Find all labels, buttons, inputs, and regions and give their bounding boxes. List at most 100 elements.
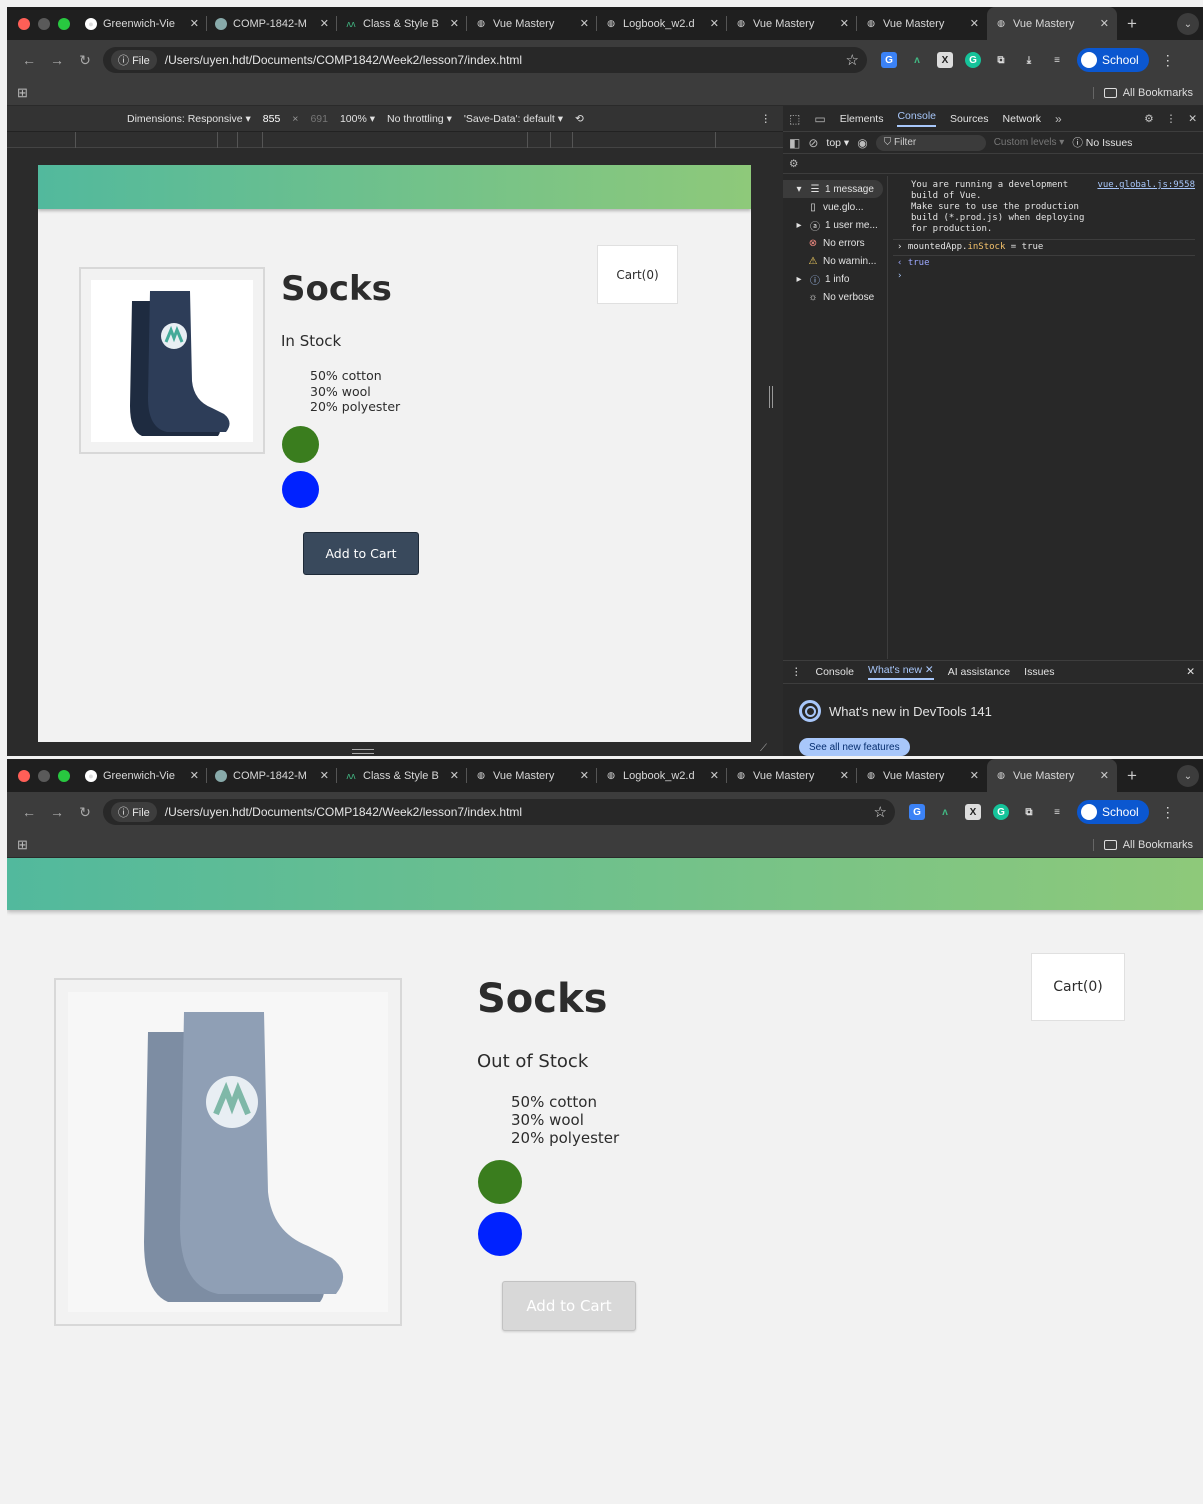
close-tab-icon[interactable]: ✕ xyxy=(320,769,329,782)
vue-devtools-icon[interactable]: ʌ xyxy=(909,52,925,68)
rotate-icon[interactable]: ⟲ xyxy=(575,113,584,125)
close-window-button[interactable] xyxy=(18,769,30,782)
color-swatch-green[interactable] xyxy=(282,426,319,463)
viewport-resize-handle[interactable] xyxy=(769,386,773,408)
apps-grid-icon[interactable]: ⊞ xyxy=(17,837,28,853)
x-extension-icon[interactable]: X xyxy=(937,52,953,68)
translate-extension-icon[interactable]: G xyxy=(909,804,925,820)
clear-console-icon[interactable]: ⊘ xyxy=(808,136,818,150)
sidebar-item-user-messages[interactable]: ▸ ⓐ 1 user me... xyxy=(783,216,887,234)
browser-tab-active[interactable]: ◍ Vue Mastery ✕ xyxy=(987,759,1117,792)
extensions-puzzle-icon[interactable]: ⧉ xyxy=(1021,804,1037,820)
add-to-cart-button-disabled[interactable]: Add to Cart xyxy=(502,1281,636,1331)
close-tab-icon[interactable]: ✕ xyxy=(190,17,199,30)
context-dropdown[interactable]: top ▾ xyxy=(826,137,849,149)
new-tab-button[interactable]: + xyxy=(1117,766,1147,786)
eye-icon[interactable]: ◉ xyxy=(857,136,867,150)
drawer-tab-ai-assistance[interactable]: AI assistance xyxy=(948,666,1010,678)
close-tab-icon[interactable]: ✕ xyxy=(970,17,979,30)
close-tab-icon[interactable]: ✕ xyxy=(710,769,719,782)
reload-icon[interactable]: ↻ xyxy=(71,52,99,69)
maximize-window-button[interactable] xyxy=(58,769,70,782)
back-icon[interactable]: ← xyxy=(15,52,43,68)
console-source-link[interactable]: vue.global.js:9558 xyxy=(1097,180,1195,191)
filter-input[interactable]: ⛉ Filter xyxy=(875,134,986,151)
sidebar-item-errors[interactable]: ⊗ No errors xyxy=(783,234,887,252)
reading-list-icon[interactable]: ≡ xyxy=(1049,804,1065,820)
viewport-corner-grip[interactable]: ⟋ xyxy=(760,743,767,754)
close-tab-icon[interactable]: ✕ xyxy=(190,769,199,782)
dimensions-dropdown[interactable]: Dimensions: Responsive ▾ xyxy=(127,113,251,125)
width-input[interactable]: 855 xyxy=(263,113,281,125)
close-tab-icon[interactable]: ✕ xyxy=(840,17,849,30)
download-icon[interactable]: ⤓ xyxy=(1021,52,1037,68)
throttling-dropdown[interactable]: No throttling ▾ xyxy=(387,113,452,125)
chrome-menu-icon[interactable]: ⋮ xyxy=(1161,804,1175,821)
close-drawer-icon[interactable]: ✕ xyxy=(1186,666,1195,678)
browser-tab[interactable]: ◍ Vue Mastery ✕ xyxy=(467,759,597,792)
close-devtools-icon[interactable]: ✕ xyxy=(1188,113,1197,125)
browser-tab[interactable]: ◍ Vue Mastery ✕ xyxy=(857,7,987,40)
add-to-cart-button[interactable]: Add to Cart xyxy=(303,532,419,575)
forward-icon[interactable]: → xyxy=(43,804,71,820)
sidebar-item-warnings[interactable]: ⚠ No warnin... xyxy=(783,252,887,270)
minimize-window-button[interactable] xyxy=(38,769,50,782)
more-tabs-icon[interactable]: » xyxy=(1055,112,1062,126)
translate-extension-icon[interactable]: G xyxy=(881,52,897,68)
close-window-button[interactable] xyxy=(18,17,30,30)
browser-tab[interactable]: ʌʌ Class & Style B ✕ xyxy=(337,7,467,40)
see-all-features-button[interactable]: See all new features xyxy=(799,738,910,756)
tab-sources[interactable]: Sources xyxy=(950,113,989,125)
browser-tab[interactable]: COMP-1842-M ✕ xyxy=(207,759,337,792)
site-info-chip[interactable]: ⓘ File xyxy=(111,50,157,70)
browser-tab-active[interactable]: ◍ Vue Mastery ✕ xyxy=(987,7,1117,40)
close-tab-icon[interactable]: ✕ xyxy=(580,17,589,30)
sidebar-item-messages[interactable]: ▾ ☰ 1 message xyxy=(783,180,883,198)
all-bookmarks-button[interactable]: All Bookmarks xyxy=(1092,86,1193,99)
browser-tab[interactable]: ● Greenwich-Vie ✕ xyxy=(77,759,207,792)
tab-network[interactable]: Network xyxy=(1003,113,1042,125)
sidebar-item-info[interactable]: ▸ ⓘ 1 info xyxy=(783,270,887,288)
browser-tab[interactable]: ◍ Vue Mastery ✕ xyxy=(727,7,857,40)
drawer-tab-console[interactable]: Console xyxy=(816,666,855,678)
browser-tab[interactable]: ◍ Vue Mastery ✕ xyxy=(467,7,597,40)
minimize-window-button[interactable] xyxy=(38,17,50,30)
new-tab-button[interactable]: + xyxy=(1117,14,1147,34)
apps-grid-icon[interactable]: ⊞ xyxy=(17,85,28,101)
device-toolbar-menu-icon[interactable]: ⋮ xyxy=(761,113,772,125)
browser-tab[interactable]: ◍ Vue Mastery ✕ xyxy=(857,759,987,792)
forward-icon[interactable]: → xyxy=(43,52,71,68)
tab-console[interactable]: Console xyxy=(897,110,936,127)
grammarly-icon[interactable]: G xyxy=(965,52,981,68)
tab-search-icon[interactable]: ⌄ xyxy=(1177,13,1199,35)
devtools-menu-icon[interactable]: ⋮ xyxy=(1166,113,1177,125)
viewport-bottom-grip[interactable] xyxy=(352,749,374,754)
drawer-menu-icon[interactable]: ⋮ xyxy=(791,666,802,678)
close-tab-icon[interactable]: ✕ xyxy=(1100,769,1109,782)
browser-tab[interactable]: COMP-1842-M ✕ xyxy=(207,7,337,40)
save-data-dropdown[interactable]: 'Save-Data': default ▾ xyxy=(464,113,563,125)
close-tab-icon[interactable]: ✕ xyxy=(970,769,979,782)
back-icon[interactable]: ← xyxy=(15,804,43,820)
color-swatch-blue[interactable] xyxy=(282,471,319,508)
all-bookmarks-button[interactable]: All Bookmarks xyxy=(1092,838,1193,851)
sidebar-item-verbose[interactable]: ☼ No verbose xyxy=(783,288,887,306)
profile-button[interactable]: School xyxy=(1077,800,1149,824)
browser-tab[interactable]: ● Greenwich-Vie ✕ xyxy=(77,7,207,40)
address-bar[interactable]: ⓘ File /Users/uyen.hdt/Documents/COMP184… xyxy=(103,47,867,73)
vue-devtools-icon[interactable]: ʌ xyxy=(937,804,953,820)
color-swatch-blue[interactable] xyxy=(478,1212,522,1256)
bookmark-star-icon[interactable]: ☆ xyxy=(846,51,859,69)
browser-tab[interactable]: ʌʌ Class & Style B ✕ xyxy=(337,759,467,792)
browser-tab[interactable]: ◍ Logbook_w2.d ✕ xyxy=(597,7,727,40)
x-extension-icon[interactable]: X xyxy=(965,804,981,820)
sidebar-toggle-icon[interactable]: ◧ xyxy=(789,136,800,150)
chrome-menu-icon[interactable]: ⋮ xyxy=(1161,52,1175,69)
profile-button[interactable]: School xyxy=(1077,48,1149,72)
site-info-chip[interactable]: ⓘ File xyxy=(111,802,157,822)
color-swatch-green[interactable] xyxy=(478,1160,522,1204)
close-tab-icon[interactable]: ✕ xyxy=(710,17,719,30)
extensions-puzzle-icon[interactable]: ⧉ xyxy=(993,52,1009,68)
browser-tab[interactable]: ◍ Logbook_w2.d ✕ xyxy=(597,759,727,792)
height-input[interactable]: 691 xyxy=(310,113,328,125)
